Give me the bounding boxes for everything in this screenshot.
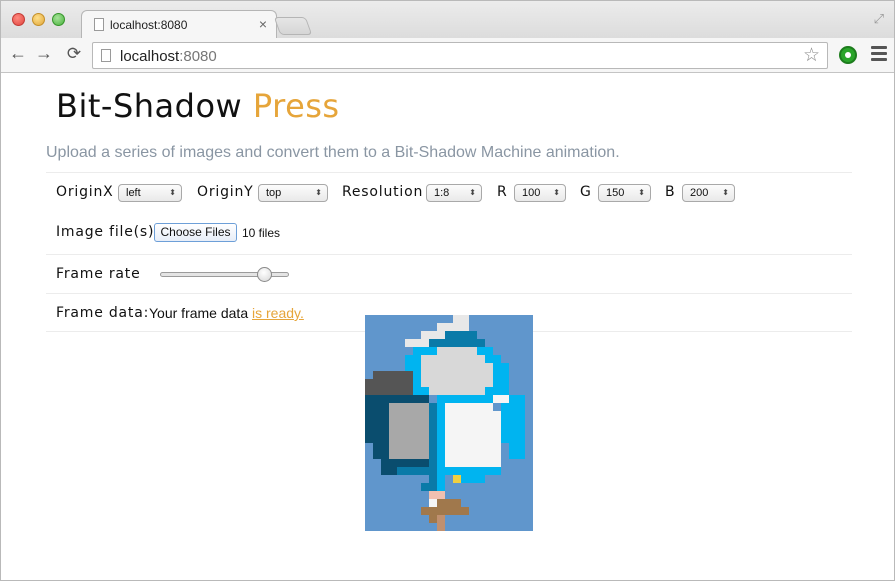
frame-rate-label: Frame rate — [56, 266, 141, 282]
originx-select[interactable]: left ⬍ — [118, 184, 182, 202]
page-subtitle: Upload a series of images and convert th… — [46, 144, 620, 161]
bookmark-star-icon[interactable]: ☆ — [803, 44, 820, 67]
page-content: Bit-Shadow Press Upload a series of imag… — [1, 73, 894, 580]
resolution-label: Resolution — [342, 184, 424, 200]
slider-handle[interactable] — [256, 267, 272, 282]
browser-toolbar: ← → ⟳ localhost:8080 ☆ — [1, 38, 894, 73]
chevron-down-icon: ⬍ — [315, 188, 322, 197]
b-label: B — [665, 184, 676, 200]
chevron-down-icon: ⬍ — [469, 188, 476, 197]
zoom-window-button[interactable] — [52, 13, 65, 26]
chevron-down-icon: ⬍ — [722, 188, 729, 197]
originy-label: OriginY — [197, 184, 254, 200]
animation-preview — [365, 315, 533, 531]
forward-icon[interactable]: → — [33, 43, 55, 64]
image-files-label: Image file(s) — [56, 224, 155, 240]
divider — [46, 254, 852, 255]
divider — [46, 293, 852, 294]
frame-data-link[interactable]: is ready. — [252, 305, 304, 321]
divider — [46, 172, 852, 173]
g-select[interactable]: 150 ⬍ — [598, 184, 651, 202]
minimize-window-button[interactable] — [32, 13, 45, 26]
tab-localhost[interactable]: localhost:8080 × — [81, 10, 277, 39]
extension-icon[interactable] — [839, 46, 857, 64]
title-bar: localhost:8080 × ⤢ — [1, 1, 894, 39]
close-window-button[interactable] — [12, 13, 25, 26]
b-select[interactable]: 200 ⬍ — [682, 184, 735, 202]
chevron-down-icon: ⬍ — [553, 188, 560, 197]
frame-data-status: Your frame data is ready. — [149, 305, 304, 321]
r-select[interactable]: 100 ⬍ — [514, 184, 566, 202]
new-tab-button[interactable] — [273, 17, 313, 35]
page-title: Bit-Shadow Press — [56, 87, 340, 125]
url-text[interactable]: localhost:8080 — [120, 48, 217, 65]
frame-data-label: Frame data: — [56, 305, 150, 321]
choose-files-button[interactable]: Choose Files — [154, 223, 237, 242]
chevron-down-icon: ⬍ — [169, 188, 176, 197]
originx-label: OriginX — [56, 184, 114, 200]
menu-icon[interactable] — [871, 46, 887, 64]
tab-close-icon[interactable]: × — [259, 16, 267, 32]
page-icon — [101, 49, 111, 62]
fullscreen-icon[interactable]: ⤢ — [874, 11, 884, 27]
tab-title: localhost:8080 — [110, 18, 188, 32]
resolution-select[interactable]: 1:8 ⬍ — [426, 184, 482, 202]
chevron-down-icon: ⬍ — [638, 188, 645, 197]
r-label: R — [497, 184, 508, 200]
files-status: 10 files — [242, 226, 281, 240]
g-label: G — [580, 184, 592, 200]
browser-window: localhost:8080 × ⤢ ← → ⟳ localhost:8080 … — [0, 0, 895, 581]
address-bar[interactable]: localhost:8080 ☆ — [92, 42, 828, 69]
reload-icon[interactable]: ⟳ — [63, 44, 85, 64]
originy-select[interactable]: top ⬍ — [258, 184, 328, 202]
back-icon[interactable]: ← — [7, 43, 29, 64]
page-icon — [94, 18, 104, 31]
